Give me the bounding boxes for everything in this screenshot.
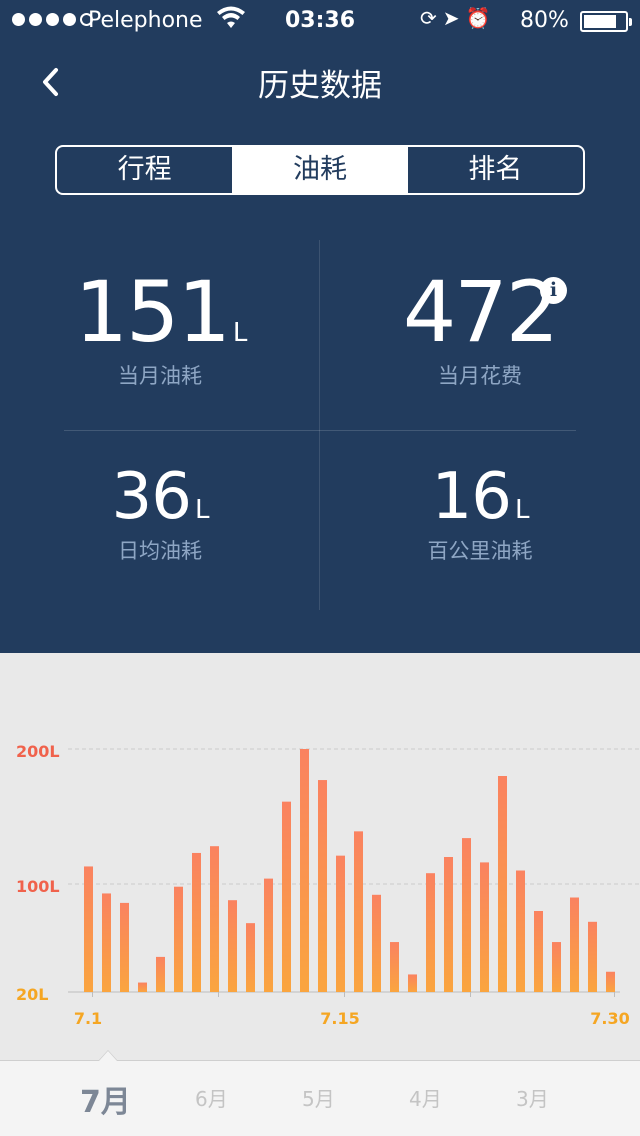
stat-value: 36 L: [111, 460, 210, 534]
page-title: 历史数据: [258, 68, 382, 104]
stat-label: 当月油耗: [118, 364, 202, 388]
tab-fuel[interactable]: 油耗: [232, 147, 408, 193]
rotation-lock-icon: ⟳: [420, 6, 443, 30]
stat-label: 日均油耗: [118, 539, 202, 563]
battery-fill: [584, 15, 616, 28]
info-icon[interactable]: i: [540, 277, 567, 304]
bar-day-21: [444, 857, 453, 992]
fuel-bar-chart: 200L 100L 20L 7.1 7.15 7.30: [16, 742, 640, 1028]
header-panel: Pelephone 03:36 ⟳➤⏰ 80% 历史数据 行程 油耗 排名 15…: [0, 0, 640, 653]
bar-day-15: [336, 855, 345, 992]
location-icon: ➤: [442, 6, 466, 30]
month-7[interactable]: 7月: [80, 1077, 131, 1121]
stat-monthly-cost: 472 当月花费: [320, 270, 640, 390]
y-tick-label: 100L: [16, 877, 60, 896]
month-5[interactable]: 5月: [302, 1083, 335, 1112]
bar-day-22: [462, 838, 471, 992]
stat-value: 151 L: [74, 263, 248, 361]
stat-value: 472: [402, 263, 559, 361]
stat-value: 16 L: [431, 460, 530, 534]
bar-day-11: [264, 878, 273, 992]
bar-day-6: [174, 886, 183, 992]
bar-day-20: [426, 873, 435, 992]
bar-day-25: [516, 870, 525, 992]
bar-day-29: [588, 921, 597, 992]
bar-day-5: [156, 956, 165, 992]
bar-day-18: [390, 942, 399, 992]
bar-day-3: [120, 902, 129, 992]
bar-day-17: [372, 894, 381, 992]
alarm-icon: ⏰: [465, 6, 497, 30]
status-icons: ⟳➤⏰: [420, 6, 496, 30]
stat-monthly-fuel: 151 L 当月油耗: [0, 270, 320, 390]
bar-day-10: [246, 923, 255, 992]
x-tick-label: 7.1: [74, 1009, 102, 1028]
bar-day-24: [498, 776, 507, 992]
month-selector: 7月 6月 5月 4月 3月: [0, 1050, 640, 1136]
status-bar: Pelephone 03:36 ⟳➤⏰ 80%: [0, 0, 640, 42]
stat-label: 当月花费: [438, 364, 522, 388]
bar-day-16: [354, 831, 363, 992]
bar-day-27: [552, 942, 561, 992]
bar-day-4: [138, 982, 147, 992]
bar-day-28: [570, 897, 579, 992]
x-tick-label: 7.30: [590, 1009, 629, 1028]
bar-day-23: [480, 862, 489, 992]
tab-trips[interactable]: 行程: [57, 147, 232, 193]
month-caret: [98, 1050, 118, 1061]
bar-day-19: [408, 974, 417, 992]
bar-day-1: [84, 866, 93, 992]
stat-label: 百公里油耗: [427, 539, 533, 563]
bar-day-8: [210, 846, 219, 992]
bar-day-7: [192, 852, 201, 992]
y-tick-label: 200L: [16, 742, 60, 761]
segmented-tabs: 行程 油耗 排名: [55, 145, 585, 195]
battery-percent: 80%: [520, 8, 569, 33]
bar-day-12: [282, 801, 291, 992]
bar-day-26: [534, 911, 543, 992]
tab-ranking[interactable]: 排名: [408, 147, 583, 193]
bar-day-14: [318, 780, 327, 992]
y-tick-label: 20L: [16, 985, 48, 1004]
stat-per-100km: 16 L 百公里油耗: [320, 465, 640, 565]
battery-icon: [580, 11, 632, 32]
stat-daily-avg: 36 L 日均油耗: [0, 465, 320, 565]
bar-day-30: [606, 971, 615, 992]
bar-day-2: [102, 893, 111, 992]
x-tick-label: 7.15: [320, 1009, 359, 1028]
month-4[interactable]: 4月: [409, 1083, 442, 1112]
bar-day-13: [300, 749, 309, 992]
grid-divider-horizontal: [64, 430, 576, 431]
month-3[interactable]: 3月: [516, 1083, 549, 1112]
bar-day-9: [228, 900, 237, 992]
fuel-chart: 200L 100L 20L 7.1 7.15 7.30: [0, 653, 640, 1063]
month-6[interactable]: 6月: [195, 1083, 228, 1112]
